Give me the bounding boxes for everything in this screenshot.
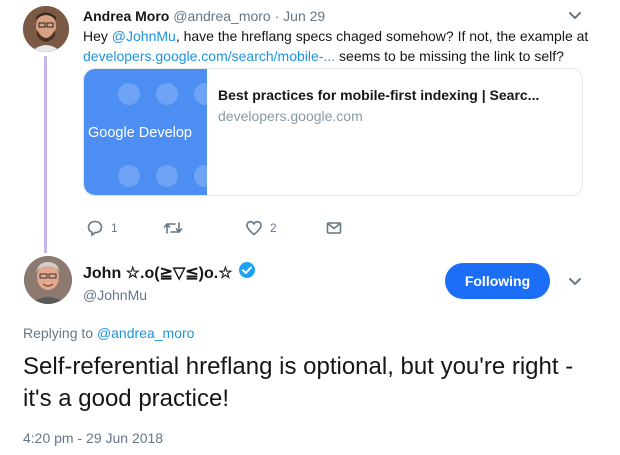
- reply-count: 1: [111, 221, 118, 235]
- avatar[interactable]: [23, 6, 69, 52]
- author-name-row: John ☆.o(≧▽≦)o.☆: [83, 261, 256, 284]
- text-mid: , have the hreflang specs chaged somehow…: [175, 28, 589, 44]
- chevron-down-icon[interactable]: [566, 272, 584, 290]
- parent-tweet-text: Hey @JohnMu, have the hreflang specs cha…: [83, 26, 593, 66]
- tweet-timestamp[interactable]: 4:20 pm - 29 Jun 2018: [23, 430, 163, 446]
- reply-icon: [86, 219, 104, 237]
- chevron-down-icon[interactable]: [566, 6, 584, 24]
- like-count: 2: [270, 221, 277, 235]
- card-thumbnail: Google Develop: [84, 69, 207, 195]
- card-title[interactable]: Best practices for mobile-first indexing…: [218, 87, 539, 103]
- text-suffix: seems to be missing the link to self?: [335, 48, 564, 64]
- author-name[interactable]: Andrea Moro: [83, 8, 169, 24]
- tweet-date[interactable]: · Jun 29: [275, 8, 326, 24]
- author-name[interactable]: John ☆.o(≧▽≦)o.☆: [83, 263, 233, 283]
- tweet-text: Self-referential hreflang is optional, b…: [23, 353, 574, 412]
- retweet-icon: [163, 219, 183, 237]
- following-button[interactable]: Following: [445, 263, 550, 299]
- retweet-button[interactable]: [163, 218, 190, 238]
- link-card[interactable]: Google Develop Best practices for mobile…: [83, 68, 583, 196]
- envelope-icon: [325, 219, 343, 237]
- avatar[interactable]: [24, 256, 72, 304]
- author-handle[interactable]: @andrea_moro: [173, 8, 271, 24]
- replying-to-link[interactable]: @andrea_moro: [97, 325, 195, 341]
- replying-prefix: Replying to: [23, 325, 97, 341]
- text-prefix: Hey: [83, 28, 112, 44]
- verified-badge-icon: [238, 261, 256, 284]
- mention-link[interactable]: @JohnMu: [112, 28, 176, 44]
- thread-line: [44, 56, 47, 253]
- author-handle[interactable]: @JohnMu: [83, 287, 147, 303]
- parent-tweet-header: Andrea Moro @andrea_moro · Jun 29: [83, 7, 325, 25]
- like-button[interactable]: 2: [245, 218, 277, 238]
- card-domain: developers.google.com: [218, 108, 363, 124]
- url-link[interactable]: developers.google.com/search/mobile-...: [83, 48, 335, 64]
- direct-message-button[interactable]: [325, 218, 343, 238]
- replying-to: Replying to @andrea_moro: [23, 325, 194, 341]
- card-thumb-text: Google Develop: [88, 125, 192, 141]
- reply-button[interactable]: 1: [86, 218, 118, 238]
- heart-icon: [245, 219, 263, 237]
